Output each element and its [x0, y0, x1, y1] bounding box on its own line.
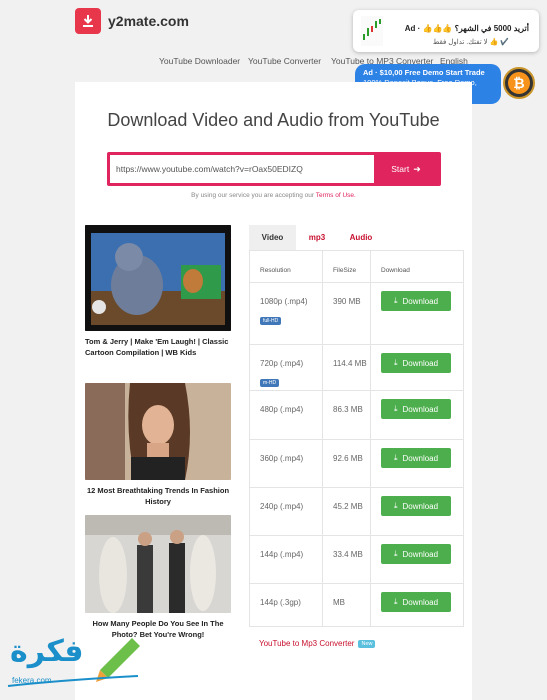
watermark-text: فكرة: [10, 634, 84, 669]
resolution-value: 144p (.3gp): [260, 598, 301, 607]
ad-banner-top[interactable]: Ad · 👍👍👍 أتريد 5000 في الشهر؟ لا تفتك. ت…: [353, 10, 539, 52]
brand-name: y2mate.com: [108, 13, 189, 29]
filesize-value: 86.3 MB: [333, 405, 363, 414]
filesize-value: 390 MB: [333, 297, 361, 306]
download-icon: ⤓: [393, 404, 398, 413]
tab-video[interactable]: Video: [249, 225, 296, 250]
header-resolution: Resolution: [260, 267, 291, 274]
brand-logo[interactable]: y2mate.com: [75, 8, 189, 34]
download-label: Download: [402, 404, 439, 414]
main-card: Download Video and Audio from YouTube St…: [75, 82, 472, 700]
watermark-logo: فكرة fekera.com: [4, 632, 144, 692]
download-icon: ⤓: [393, 597, 398, 606]
download-label: Download: [402, 597, 439, 607]
mp3-converter-link[interactable]: YouTube to Mp3 Converter New: [259, 639, 376, 648]
table-row: 144p (.3gp) MB ⤓ Download: [250, 584, 463, 626]
page: y2mate.com YouTube Downloader YouTube Co…: [0, 0, 547, 700]
download-label: Download: [402, 453, 439, 463]
download-logo-icon: [75, 8, 101, 34]
table-header: Resolution FileSize Download: [250, 251, 463, 283]
download-icon: ⤓: [393, 358, 398, 367]
table-row: 144p (.mp4) 33.4 MB ⤓ Download: [250, 536, 463, 584]
download-button[interactable]: ⤓ Download: [381, 592, 451, 612]
header-filesize: FileSize: [333, 267, 357, 274]
filesize-value: 33.4 MB: [333, 550, 363, 559]
video-thumbnail[interactable]: [85, 383, 231, 480]
header-download: Download: [381, 267, 410, 274]
resolution-value: 144p (.mp4): [260, 550, 304, 559]
start-label: Start: [391, 164, 410, 174]
table-row: 480p (.mp4) 86.3 MB ⤓ Download: [250, 391, 463, 440]
download-button[interactable]: ⤓ Download: [381, 448, 451, 468]
mp3-converter-label: YouTube to Mp3 Converter: [259, 639, 355, 648]
filesize-value: 114.4 MB: [333, 359, 367, 368]
terms-text: By using our service you are accepting o…: [191, 192, 316, 199]
chart-thumbnail-icon: [361, 16, 383, 46]
related-video-2[interactable]: 12 Most Breathtaking Trends In Fashion H…: [85, 383, 231, 507]
download-button[interactable]: ⤓ Download: [381, 544, 451, 564]
download-icon: ⤓: [393, 296, 398, 305]
table-row: 240p (.mp4) 45.2 MB ⤓ Download: [250, 488, 463, 536]
results-panel: Video mp3 Audio Resolution FileSize Down…: [249, 225, 464, 648]
ad-bubble-title: Ad · $10,00 Free Demo Start Trade: [363, 68, 485, 77]
download-button[interactable]: ⤓ Download: [381, 399, 451, 419]
resolution-value: 480p (.mp4): [260, 405, 304, 414]
download-label: Download: [402, 358, 439, 368]
bitcoin-icon[interactable]: ₿: [503, 67, 535, 99]
table-row: 360p (.mp4) 92.6 MB ⤓ Download: [250, 440, 463, 488]
filesize-value: MB: [333, 598, 345, 607]
download-button[interactable]: ⤓ Download: [381, 353, 451, 373]
download-icon: ⤓: [393, 549, 398, 558]
quality-badge: full-HD: [260, 317, 282, 325]
download-button[interactable]: ⤓ Download: [381, 496, 451, 516]
related-video-title[interactable]: Tom & Jerry | Make 'Em Laugh! | Classic …: [85, 337, 231, 358]
download-table: Resolution FileSize Download 1080p (.mp4…: [249, 250, 464, 627]
search-bar: Start ➜: [107, 152, 441, 186]
video-thumbnail[interactable]: [85, 515, 231, 613]
terms-link[interactable]: Terms of Use.: [316, 192, 356, 199]
format-tabs: Video mp3 Audio: [249, 225, 464, 250]
table-row: 1080p (.mp4) full-HD 390 MB ⤓ Download: [250, 283, 463, 345]
arrow-right-icon: ➜: [413, 163, 421, 174]
table-row: 720p (.mp4) m-HD 114.4 MB ⤓ Download: [250, 345, 463, 391]
resolution-value: 720p (.mp4): [260, 359, 304, 368]
related-video-title[interactable]: 12 Most Breathtaking Trends In Fashion H…: [85, 486, 231, 507]
related-video-3[interactable]: How Many People Do You See In The Photo?…: [85, 515, 231, 640]
download-icon: ⤓: [393, 453, 398, 462]
ad-title: Ad · 👍👍👍 أتريد 5000 في الشهر؟: [404, 24, 529, 33]
nav-youtube-converter[interactable]: YouTube Converter: [248, 56, 321, 66]
resolution-value: 360p (.mp4): [260, 454, 304, 463]
tab-audio[interactable]: Audio: [343, 225, 379, 250]
nav-youtube-downloader[interactable]: YouTube Downloader: [159, 56, 240, 66]
page-title: Download Video and Audio from YouTube: [107, 110, 440, 130]
ad-subtitle: لا تفتك. تداول فقط 👍 ✔️: [432, 39, 509, 46]
tab-mp3[interactable]: mp3: [304, 225, 330, 250]
new-badge: New: [358, 639, 376, 648]
filesize-value: 45.2 MB: [333, 502, 363, 511]
watermark-url: fekera.com: [12, 676, 52, 685]
related-video-1[interactable]: Tom & Jerry | Make 'Em Laugh! | Classic …: [85, 225, 231, 358]
terms-note: By using our service you are accepting o…: [75, 192, 472, 199]
download-label: Download: [402, 501, 439, 511]
download-label: Download: [402, 296, 439, 306]
quality-badge: m-HD: [260, 379, 280, 387]
video-thumbnail[interactable]: [85, 225, 231, 331]
url-input[interactable]: [110, 155, 374, 183]
resolution-value: 240p (.mp4): [260, 502, 304, 511]
download-icon: ⤓: [393, 501, 398, 510]
download-label: Download: [402, 549, 439, 559]
download-button[interactable]: ⤓ Download: [381, 291, 451, 311]
start-button[interactable]: Start ➜: [374, 155, 438, 183]
resolution-value: 1080p (.mp4): [260, 297, 308, 306]
filesize-value: 92.6 MB: [333, 454, 363, 463]
